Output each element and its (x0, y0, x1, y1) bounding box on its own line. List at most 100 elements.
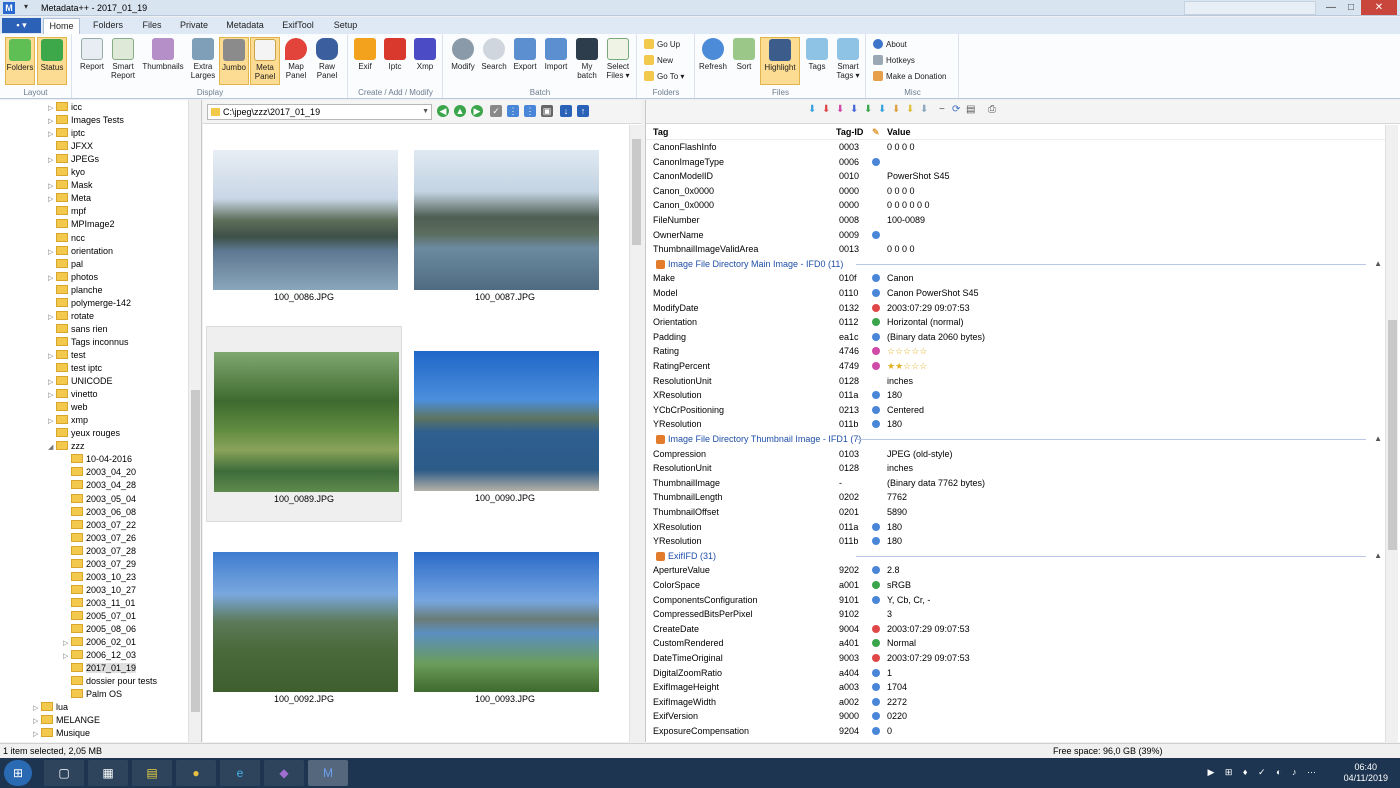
tree-item[interactable]: ▷ icc (48, 101, 82, 114)
tag-value[interactable]: 0 0 0 0 (887, 242, 915, 256)
search-button[interactable]: Search (479, 37, 509, 85)
metadata-row[interactable]: OwnerName 0009 (646, 228, 1386, 243)
tag-value[interactable]: inches (887, 374, 913, 388)
tree-item[interactable]: ▷ JPEGs (48, 153, 99, 166)
tree-item[interactable]: ▷ iptc (48, 127, 85, 140)
tag-value[interactable]: sRGB (887, 578, 911, 592)
tree-item[interactable]: Palm OS (63, 688, 122, 701)
folder-tree-scrollbar[interactable] (188, 100, 201, 742)
thumbnail-cell[interactable]: 100_0092.JPG (206, 527, 402, 723)
tree-item[interactable]: dossier pour tests (63, 675, 157, 688)
taskbar-ie-icon[interactable]: e (220, 760, 260, 786)
taskbar-notes-icon[interactable]: ▤ (132, 760, 172, 786)
metadata-row[interactable]: YResolution 011b 180 (646, 534, 1386, 549)
tree-item[interactable]: 2017_01_19 (63, 662, 137, 675)
language-icon[interactable]: ▤ (966, 104, 975, 115)
metadata-row[interactable]: DateTimeOriginal 9003 2003:07:29 09:07:53 (646, 651, 1386, 666)
extra-larges-button[interactable]: Extra Larges (188, 37, 218, 85)
collapse-icon[interactable]: ▲ (1374, 257, 1382, 271)
expand-arrow-icon[interactable]: ▷ (33, 715, 41, 728)
tag-value[interactable]: 2003:07:29 09:07:53 (887, 301, 970, 315)
hotkeys-button[interactable]: Hotkeys (873, 54, 915, 68)
tab-private[interactable]: Private (174, 18, 214, 34)
tree-item[interactable]: mpf (48, 205, 86, 218)
tag-value[interactable]: Centered (887, 403, 924, 417)
thumbnails-button[interactable]: Thumbnails (139, 37, 187, 85)
tree-item[interactable]: ▷ lua (33, 701, 68, 714)
tab-exiftool[interactable]: ExifTool (276, 18, 320, 34)
tag-value[interactable]: 3 (887, 607, 892, 621)
metadata-row[interactable]: ResolutionUnit 0128 inches (646, 374, 1386, 389)
metadata-row[interactable]: YCbCrPositioning 0213 Centered (646, 403, 1386, 418)
thumbnail-cell[interactable]: 100_0087.JPG (407, 125, 603, 321)
tab-metadata[interactable]: Metadata (221, 18, 269, 34)
upload-icon[interactable]: ↑ (577, 105, 589, 117)
tag-value[interactable]: 180 (887, 417, 902, 431)
raw-panel-button[interactable]: Raw Panel (312, 37, 342, 85)
metadata-row[interactable]: CanonModelID 0010 PowerShot S45 (646, 169, 1386, 184)
column-tagid[interactable]: Tag-ID (836, 127, 863, 137)
scroll-thumb[interactable] (632, 139, 641, 245)
metadata-row[interactable]: Make 010f Canon (646, 271, 1386, 286)
tree-item[interactable]: kyo (48, 166, 85, 179)
check-all-icon[interactable]: ✓ (490, 105, 502, 117)
title-search-box[interactable] (1184, 1, 1316, 15)
tree-item[interactable]: 2003_07_26 (63, 532, 136, 545)
tree-item[interactable]: Tags inconnus (48, 336, 129, 349)
tag-value[interactable]: 2272 (887, 695, 907, 709)
tree-item[interactable]: test iptc (48, 362, 102, 375)
tab-home[interactable]: Home (43, 18, 80, 34)
metadata-row[interactable]: Orientation 0112 Horizontal (normal) (646, 315, 1386, 330)
tag-value[interactable]: Normal (887, 636, 916, 650)
expand-arrow-icon[interactable]: ▷ (48, 128, 56, 141)
photo-thumbnail[interactable] (213, 552, 398, 692)
pin-icon[interactable]: ⬇ (878, 104, 886, 115)
status-button[interactable]: Status (37, 37, 67, 85)
metadata-row[interactable]: ThumbnailLength 0202 7762 (646, 490, 1386, 505)
forward-icon[interactable]: ▶ (471, 105, 483, 117)
select-files-button[interactable]: Select Files ▾ (603, 37, 633, 85)
metadata-row[interactable]: CanonImageType 0006 (646, 155, 1386, 170)
expand-arrow-icon[interactable]: ▷ (33, 728, 41, 741)
tag-value[interactable]: 0 (887, 724, 892, 738)
metadata-row[interactable]: CreateDate 9004 2003:07:29 09:07:53 (646, 622, 1386, 637)
print-icon[interactable]: ⎙ (988, 104, 996, 115)
expand-arrow-icon[interactable]: ▷ (48, 389, 56, 402)
tree-item[interactable]: MPImage2 (48, 218, 115, 231)
new-folder-button[interactable]: New (644, 54, 673, 68)
metadata-row[interactable]: ThumbnailOffset 0201 5890 (646, 505, 1386, 520)
tag-value[interactable]: (Binary data 7762 bytes) (887, 476, 985, 490)
tag-value[interactable]: 7762 (887, 490, 907, 504)
refresh-button[interactable]: Refresh (698, 37, 728, 85)
modify-button[interactable]: Modify (448, 37, 478, 85)
iptc-button[interactable]: Iptc (380, 37, 410, 85)
column-tag[interactable]: Tag (653, 127, 668, 137)
metadata-row[interactable]: CompressedBitsPerPixel 9102 3 (646, 607, 1386, 622)
tree-item[interactable]: JFXX (48, 140, 93, 153)
tree-item[interactable]: ◢ zzz (48, 440, 85, 453)
tree-item[interactable]: 2003_11_01 (63, 597, 135, 610)
expand-arrow-icon[interactable]: ▷ (48, 102, 56, 115)
meta-panel-button[interactable]: Meta Panel (250, 37, 280, 85)
tag-value[interactable]: 2003:07:29 09:07:53 (887, 651, 970, 665)
thumbnail-cell[interactable]: 100_0086.JPG (206, 125, 402, 321)
tree-item[interactable]: ▷ MELANGE (33, 714, 100, 727)
metadata-row[interactable]: CustomRendered a401 Normal (646, 636, 1386, 651)
tag-value[interactable]: 2003:07:29 09:07:53 (887, 622, 970, 636)
metadata-row[interactable]: Canon_0x0000 0000 0 0 0 0 0 0 (646, 198, 1386, 213)
metadata-row[interactable]: CanonFlashInfo 0003 0 0 0 0 (646, 140, 1386, 155)
expand-arrow-icon[interactable]: ▷ (33, 702, 41, 715)
tag-value[interactable]: 5890 (887, 505, 907, 519)
report-button[interactable]: Report (77, 37, 107, 85)
expand-arrow-icon[interactable]: ▷ (63, 650, 71, 663)
my-batch-button[interactable]: My batch (572, 37, 602, 85)
taskbar-edit-icon[interactable]: ● (176, 760, 216, 786)
thumbnail-cell[interactable]: 100_0093.JPG (407, 527, 603, 723)
tree-view-icon[interactable]: ⋮ (507, 105, 519, 117)
metadata-row[interactable]: DigitalZoomRatio a404 1 (646, 666, 1386, 681)
expand-arrow-icon[interactable]: ▷ (48, 193, 56, 206)
expand-arrow-icon[interactable]: ▷ (48, 246, 56, 259)
pin-icon[interactable]: ⬇ (892, 104, 900, 115)
tags-button[interactable]: Tags (802, 37, 832, 85)
up-icon[interactable]: ▲ (454, 105, 466, 117)
